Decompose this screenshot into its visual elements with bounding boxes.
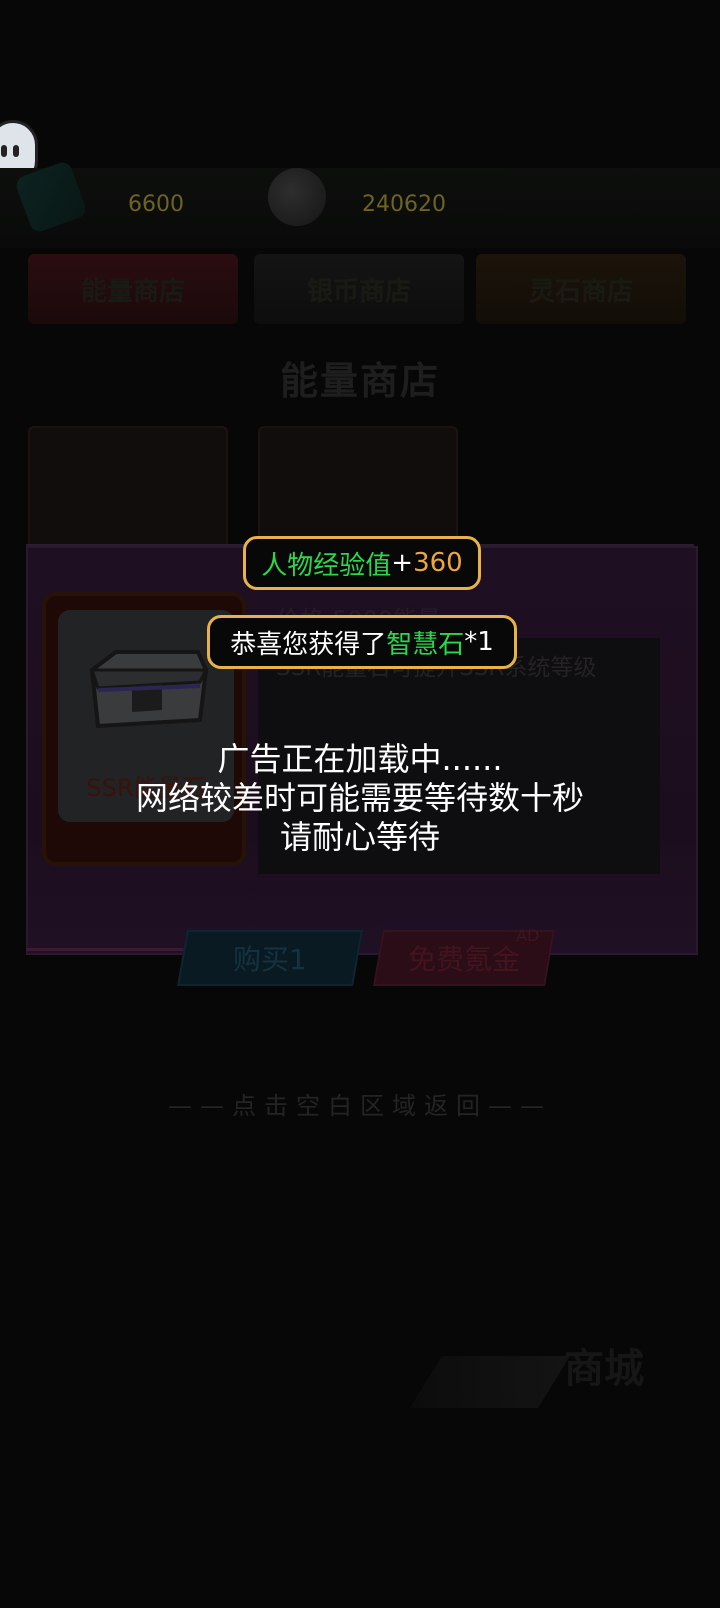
shop-title: 能量商店 bbox=[279, 359, 440, 403]
reward-toast: 恭喜您获得了 智慧石 *1 bbox=[207, 615, 517, 669]
shop-item-card[interactable] bbox=[28, 426, 228, 560]
exp-toast: 人物经验值 +360 bbox=[243, 536, 481, 590]
exp-plus: + bbox=[391, 548, 414, 578]
ad-badge: AD bbox=[516, 926, 540, 945]
buy-button-label: 购买1 bbox=[233, 943, 307, 976]
energy-value: 6600 bbox=[128, 192, 184, 217]
free-ad-button-label: 免费氪金 bbox=[407, 943, 520, 976]
return-hint[interactable]: ——点击空白区域返回—— bbox=[0, 1086, 720, 1121]
buy-button[interactable]: 购买1 bbox=[177, 930, 363, 986]
silver-coin-icon bbox=[268, 168, 326, 226]
tab-energy-shop[interactable]: 能量商店 bbox=[28, 254, 238, 324]
exp-value: 360 bbox=[413, 548, 463, 578]
loading-line-1: 广告正在加载中...... bbox=[217, 740, 503, 778]
mall-arrow-icon bbox=[410, 1356, 570, 1408]
ad-loading-message: 广告正在加载中...... 网络较差时可能需要等待数十秒 请耐心等待 bbox=[0, 740, 720, 857]
reward-item: 智慧石 bbox=[386, 629, 465, 660]
exp-label: 人物经验值 bbox=[261, 550, 392, 581]
energy-battery-icon bbox=[13, 159, 89, 235]
loading-line-3: 请耐心等待 bbox=[279, 818, 440, 856]
resource-bar: 6600 240620 bbox=[0, 159, 720, 248]
reward-suffix: *1 bbox=[464, 627, 494, 657]
mall-label[interactable]: 商城 bbox=[564, 1336, 644, 1394]
tab-silver-shop[interactable]: 银币商店 bbox=[254, 254, 464, 324]
silver-value: 240620 bbox=[362, 192, 446, 217]
reward-prefix: 恭喜您获得了 bbox=[230, 629, 387, 660]
loading-line-2: 网络较差时可能需要等待数十秒 bbox=[135, 779, 584, 817]
tab-spirit-stone-shop[interactable]: 灵石商店 bbox=[476, 254, 686, 324]
